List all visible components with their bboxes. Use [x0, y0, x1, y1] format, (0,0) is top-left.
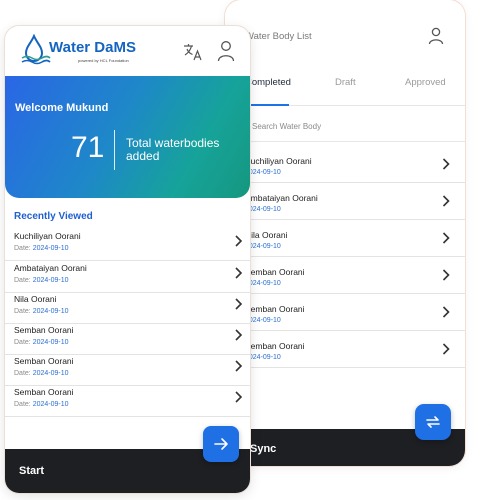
list-item[interactable]: Kuchiliyan Oorani 2024-09-10 — [225, 146, 465, 183]
water-body-list-screen: Water Body List Completed Draft Approved… — [225, 0, 465, 466]
list-item-name: Ambataiyan Oorani — [245, 193, 318, 203]
app-header: Water DaMS powered by HCL Foundation — [5, 26, 250, 76]
user-icon[interactable] — [428, 27, 444, 45]
date-prefix: Date: — [14, 401, 31, 408]
chevron-right-icon — [235, 329, 243, 341]
welcome-card: Welcome Mukund 71 Total waterbodies adde… — [5, 76, 250, 198]
list-item[interactable]: Semban Oorani Date: 2024-09-10 — [5, 324, 250, 355]
list-item[interactable]: Semban Oorani Date: 2024-09-10 — [5, 386, 250, 417]
sync-button[interactable] — [415, 404, 451, 440]
chevron-right-icon — [442, 343, 450, 355]
list-item[interactable]: Ambataiyan Oorani 2024-09-10 — [225, 183, 465, 220]
list-item[interactable]: Kuchiliyan Oorani Date: 2024-09-10 — [5, 230, 250, 261]
list-item-date: Date: 2024-09-10 — [14, 370, 69, 377]
welcome-message: Welcome Mukund — [15, 102, 109, 114]
status-tabs: Completed Draft Approved — [225, 66, 465, 106]
list-item[interactable]: Nila Oorani Date: 2024-09-10 — [5, 293, 250, 324]
list-item-date: 2024-09-10 — [245, 280, 281, 287]
total-waterbodies-label: Total waterbodies added — [126, 136, 220, 163]
list-item[interactable]: Semban Oorani Date: 2024-09-10 — [5, 355, 250, 386]
list-item-name: Semban Oorani — [245, 267, 305, 277]
chevron-right-icon — [442, 269, 450, 281]
list-item-name: Semban Oorani — [14, 356, 74, 366]
list-item-name: Semban Oorani — [14, 387, 74, 397]
list-item[interactable]: Semban Oorani 2024-09-10 — [225, 257, 465, 294]
chevron-right-icon — [235, 298, 243, 310]
tab-completed[interactable]: Completed — [245, 77, 291, 88]
tab-approved[interactable]: Approved — [405, 77, 446, 88]
list-item[interactable]: Semban Oorani 2024-09-10 — [225, 294, 465, 331]
footer-label: Start — [19, 465, 45, 477]
list-header: Water Body List — [225, 0, 465, 60]
list-item-name: Kuchiliyan Oorani — [245, 156, 312, 166]
date-value: 2024-09-10 — [32, 339, 69, 346]
water-drop-icon — [21, 34, 51, 65]
list-item-date: Date: 2024-09-10 — [14, 401, 69, 408]
user-icon[interactable] — [217, 40, 235, 62]
date-prefix: Date: — [14, 370, 31, 377]
total-waterbodies-count: 71 — [71, 131, 105, 164]
page-title: Water Body List — [245, 31, 312, 42]
list-item-date: 2024-09-10 — [245, 169, 281, 176]
list-item-date: Date: 2024-09-10 — [14, 339, 69, 346]
active-tab-indicator — [247, 104, 289, 106]
footer-label: Sync — [250, 443, 277, 455]
search-placeholder: Search Water Body — [252, 122, 322, 131]
recently-viewed-heading: Recently Viewed — [14, 211, 93, 222]
list-item[interactable]: Ambataiyan Oorani Date: 2024-09-10 — [5, 262, 250, 293]
sync-icon — [426, 416, 440, 428]
arrow-right-icon — [214, 438, 228, 450]
chevron-right-icon — [235, 360, 243, 372]
date-value: 2024-09-10 — [32, 401, 69, 408]
home-screen: Water DaMS powered by HCL Foundation Wel… — [5, 26, 250, 493]
date-value: 2024-09-10 — [32, 277, 69, 284]
list-item-date: 2024-09-10 — [245, 354, 281, 361]
date-prefix: Date: — [14, 277, 31, 284]
list-item-date: 2024-09-10 — [245, 206, 281, 213]
list-item[interactable]: Nila Oorani 2024-09-10 — [225, 220, 465, 257]
list-item-name: Semban Oorani — [14, 325, 74, 335]
date-prefix: Date: — [14, 245, 31, 252]
chevron-right-icon — [442, 306, 450, 318]
list-item-date: 2024-09-10 — [245, 317, 281, 324]
date-value: 2024-09-10 — [32, 370, 69, 377]
list-item-name: Nila Oorani — [245, 230, 288, 240]
list-item-name: Kuchiliyan Oorani — [14, 231, 81, 241]
list-item-date: Date: 2024-09-10 — [14, 308, 69, 315]
list-item[interactable]: Semban Oorani 2024-09-10 — [225, 331, 465, 368]
date-prefix: Date: — [14, 308, 31, 315]
next-button[interactable] — [203, 426, 239, 462]
date-prefix: Date: — [14, 339, 31, 346]
list-item-date: Date: 2024-09-10 — [14, 245, 69, 252]
chevron-right-icon — [442, 158, 450, 170]
search-water-body-input[interactable]: Search Water Body — [225, 110, 465, 142]
chevron-right-icon — [235, 391, 243, 403]
chevron-right-icon — [442, 232, 450, 244]
list-item-date: Date: 2024-09-10 — [14, 277, 69, 284]
list-item-name: Semban Oorani — [245, 341, 305, 351]
app-logo-subtitle: powered by HCL Foundation — [78, 58, 129, 63]
list-item-date: 2024-09-10 — [245, 243, 281, 250]
chevron-right-icon — [442, 195, 450, 207]
chevron-right-icon — [235, 235, 243, 247]
tab-draft[interactable]: Draft — [335, 77, 356, 88]
list-item-name: Ambataiyan Oorani — [14, 263, 87, 273]
translate-icon[interactable] — [183, 42, 203, 62]
stat-divider — [114, 130, 115, 170]
date-value: 2024-09-10 — [32, 308, 69, 315]
list-item-name: Nila Oorani — [14, 294, 57, 304]
chevron-right-icon — [235, 267, 243, 279]
list-item-name: Semban Oorani — [245, 304, 305, 314]
date-value: 2024-09-10 — [32, 245, 69, 252]
app-logo-title: Water DaMS — [49, 39, 136, 56]
water-dams-logo: Water DaMS powered by HCL Foundation — [21, 34, 161, 70]
